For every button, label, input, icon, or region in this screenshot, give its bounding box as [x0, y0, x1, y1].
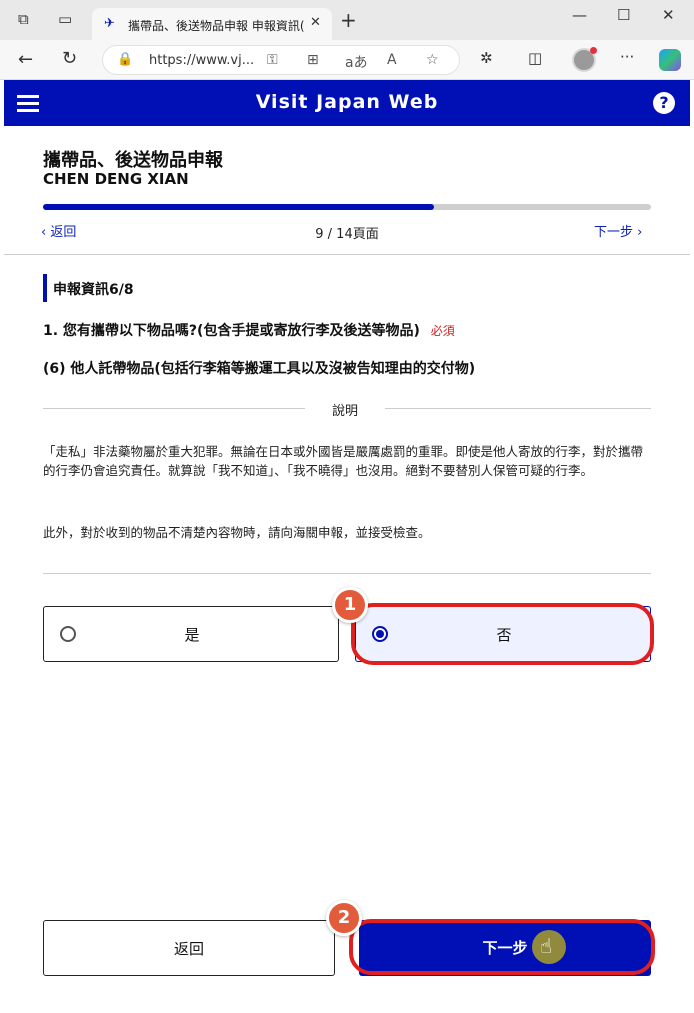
next-link[interactable]: 下一步 › [594, 221, 642, 240]
page-counter: 9 / 14頁面 [315, 227, 379, 242]
help-icon[interactable]: ? [653, 92, 675, 114]
back-arrow-icon[interactable]: ← [18, 51, 33, 69]
favorite-star-icon[interactable]: ☆ [426, 52, 439, 68]
extensions-icon[interactable]: ✲ [480, 51, 493, 66]
site-header: Visit Japan Web ? [4, 80, 690, 126]
option-yes-label: 是 [184, 626, 200, 644]
split-screen-icon[interactable]: ◫ [528, 51, 542, 66]
annotation-ring-1 [351, 603, 654, 665]
section-accent-bar [43, 274, 47, 302]
question-label: 1. 您有攜帶以下物品嗎?(包含手提或寄放行李及後送等物品) [43, 323, 420, 339]
chevron-right-icon: › [637, 225, 643, 240]
user-name: CHEN DENG XIAN [43, 170, 189, 188]
hand-cursor-icon: ☝ [540, 934, 553, 958]
page-title: 攜帶品、後送物品申報 [43, 150, 223, 171]
site-title: Visit Japan Web [255, 91, 439, 113]
minimize-icon[interactable]: — [572, 6, 587, 24]
more-icon[interactable]: ··· [620, 50, 634, 65]
section-title: 申報資訊6/8 [53, 282, 134, 298]
url-text: https://www.vj... [149, 53, 255, 68]
page-viewport: Visit Japan Web ? 攜帶品、後送物品申報 CHEN DENG X… [4, 80, 690, 1013]
annotation-badge-2: 2 [326, 900, 362, 936]
close-window-icon[interactable]: ✕ [662, 6, 675, 24]
tab-actions-icon[interactable]: ⧉ [18, 12, 29, 27]
copilot-icon[interactable] [659, 49, 681, 71]
sub-question-text: (6) 他人託帶物品(包括行李箱等搬運工具以及沒被告知理由的交付物) [43, 361, 476, 377]
browser-tab[interactable]: ✈ 攜帶品、後送物品申報 申報資訊( ✕ [92, 8, 332, 40]
tab-close-icon[interactable]: ✕ [310, 15, 321, 30]
explanation-paragraph-1: 「走私」非法藥物屬於重大犯罪。無論在日本或外國皆是嚴厲處罰的重罪。即使是他人寄放… [43, 444, 644, 478]
vertical-tabs-icon[interactable]: ▭ [58, 12, 72, 27]
next-link-label: 下一步 [594, 225, 634, 240]
url-field[interactable]: 🔒 https://www.vj... ⚿ ⊞ aあ A ☆ [102, 45, 460, 75]
question-text: 1. 您有攜帶以下物品嗎?(包含手提或寄放行李及後送等物品) 必須 [43, 320, 455, 340]
key-icon[interactable]: ⚿ [267, 52, 278, 68]
explanation-paragraph-2: 此外，對於收到的物品不清楚內容物時，請向海關申報，並接受檢查。 [43, 525, 431, 540]
apps-icon[interactable]: ⊞ [307, 52, 319, 68]
annotation-badge-1: 1 [332, 587, 368, 623]
notification-dot [590, 47, 597, 54]
lock-icon[interactable]: 🔒 [117, 52, 133, 67]
required-badge: 必須 [430, 324, 455, 338]
progress-fill [43, 204, 434, 210]
read-aloud-icon[interactable]: aあ [345, 52, 368, 72]
reader-mode-icon[interactable]: A [387, 52, 397, 68]
explanation-divider-right [385, 408, 651, 409]
explanation-label: 說明 [331, 404, 358, 419]
new-tab-button[interactable]: + [340, 10, 357, 30]
option-yes[interactable]: 是 [43, 606, 339, 662]
site-favicon-icon: ✈ [104, 16, 115, 31]
browser-address-bar: ← ↻ 🔒 https://www.vj... ⚿ ⊞ aあ A ☆ ✲ ◫ ·… [0, 40, 694, 80]
maximize-icon[interactable]: ☐ [617, 6, 630, 24]
tab-title: 攜帶品、後送物品申報 申報資訊( [128, 19, 305, 33]
divider [43, 573, 651, 574]
back-button[interactable]: 返回 [43, 920, 335, 976]
browser-tab-bar: ⧉ ▭ ✈ 攜帶品、後送物品申報 申報資訊( ✕ + — ☐ ✕ [0, 0, 694, 40]
explanation-divider-left [43, 408, 305, 409]
divider [4, 254, 690, 255]
refresh-icon[interactable]: ↻ [62, 50, 77, 68]
annotation-ring-2 [349, 919, 655, 975]
cursor-highlight: ☝ [532, 930, 566, 964]
progress-bar [43, 204, 651, 210]
